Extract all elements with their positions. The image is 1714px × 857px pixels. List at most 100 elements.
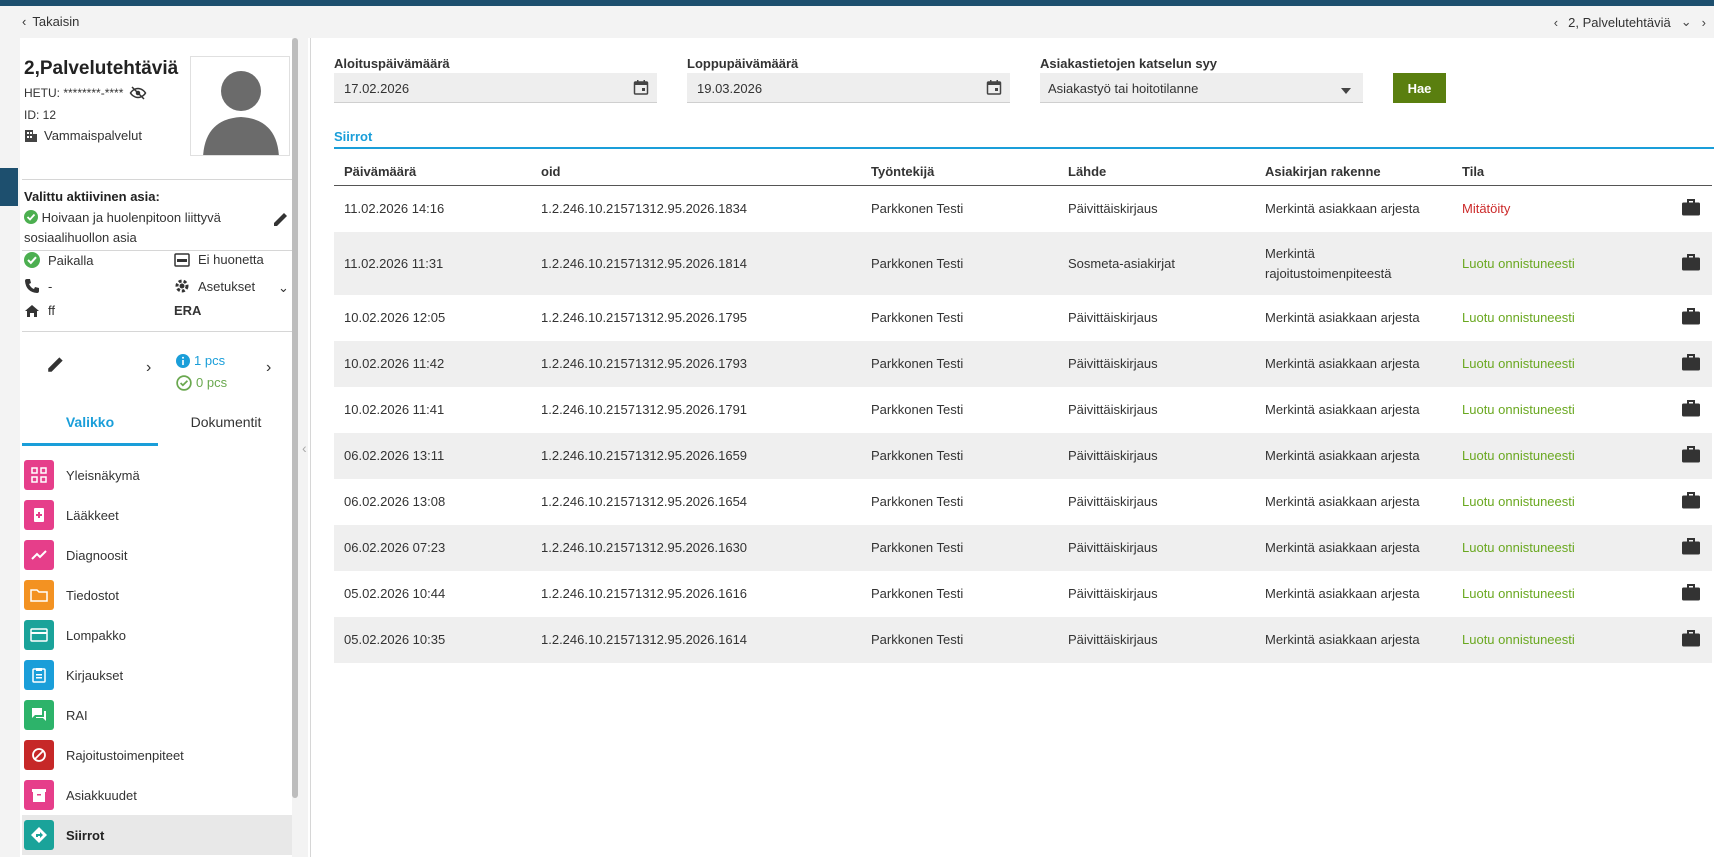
calendar-icon[interactable]: [633, 79, 649, 98]
structure-cell: Merkintä asiakkaan arjesta: [1265, 494, 1420, 509]
briefcase-icon[interactable]: [1681, 253, 1701, 274]
sidebar-item-label: Asiakkuudet: [66, 787, 137, 803]
briefcase-icon[interactable]: [1681, 538, 1701, 559]
chevron-right-icon[interactable]: ›: [266, 359, 271, 377]
column-header-date[interactable]: Päivämäärä: [344, 164, 416, 179]
table-body: 11.02.2026 14:16 1.2.246.10.21571312.95.2…: [334, 186, 1712, 663]
table-row[interactable]: 10.02.2026 12:05 1.2.246.10.21571312.95.2…: [334, 295, 1712, 341]
employee-cell: Parkkonen Testi: [871, 310, 964, 325]
dashboard-icon: [24, 460, 54, 490]
table-row[interactable]: 05.02.2026 10:35 1.2.246.10.21571312.95.2…: [334, 617, 1712, 663]
structure-cell: Merkintä asiakkaan arjesta: [1265, 356, 1420, 371]
done-count: 0 pcs: [176, 372, 227, 394]
search-button[interactable]: Hae: [1393, 73, 1446, 103]
column-header-structure[interactable]: Asiakirjan rakenne: [1265, 164, 1381, 179]
folder-icon: [24, 580, 54, 610]
edit-case-icon[interactable]: [272, 210, 290, 231]
context-selector[interactable]: 2, Palvelutehtäviä: [1568, 15, 1671, 30]
eye-off-icon[interactable]: [129, 86, 147, 100]
source-cell: Päivittäiskirjaus: [1068, 494, 1158, 509]
expand-chevron-icon[interactable]: ⌄: [278, 280, 289, 296]
column-header-status[interactable]: Tila: [1462, 164, 1484, 179]
chevron-right-icon[interactable]: ›: [1702, 15, 1706, 30]
end-date-label: Loppupäivämäärä: [687, 56, 799, 71]
record-navigator: ‹ 2, Palvelutehtäviä ⌄ ›: [1554, 14, 1706, 30]
medicine-icon: [24, 500, 54, 530]
tab-valikko[interactable]: Valikko: [22, 410, 158, 446]
sidebar-item-laakkeet[interactable]: Lääkkeet: [22, 495, 292, 535]
end-date-field[interactable]: 19.03.2026: [687, 73, 1010, 103]
status-cell: Luotu onnistuneesti: [1462, 310, 1575, 325]
sidebar-item-label: Diagnoosit: [66, 547, 128, 563]
source-cell: Päivittäiskirjaus: [1068, 448, 1158, 463]
sidebar-tabs: Valikko Dokumentit: [22, 410, 292, 446]
source-cell: Päivittäiskirjaus: [1068, 632, 1158, 647]
sidebar-item-yleisnakyma[interactable]: Yleisnäkymä: [22, 455, 292, 495]
task-counts[interactable]: 1 pcs 0 pcs: [176, 350, 227, 394]
sidebar-item-diagnoosit[interactable]: Diagnoosit: [22, 535, 292, 575]
sidebar-item-lompakko[interactable]: Lompakko: [22, 615, 292, 655]
back-label: Takaisin: [32, 14, 80, 29]
briefcase-icon[interactable]: [1681, 199, 1701, 220]
status-cell: Mitätöity: [1462, 201, 1511, 216]
table-row[interactable]: 05.02.2026 10:44 1.2.246.10.21571312.95.2…: [334, 571, 1712, 617]
sidebar-item-label: Lompakko: [66, 627, 126, 643]
collapse-sidebar-icon[interactable]: ‹: [302, 440, 307, 456]
section-underline: [334, 147, 1714, 149]
sidebar-item-rai[interactable]: RAI: [22, 695, 292, 735]
table-row[interactable]: 06.02.2026 13:08 1.2.246.10.21571312.95.2…: [334, 479, 1712, 525]
chevron-right-icon[interactable]: ›: [146, 359, 151, 377]
start-date-field[interactable]: 17.02.2026: [334, 73, 657, 103]
date-cell: 11.02.2026 14:16: [344, 201, 445, 216]
date-cell: 06.02.2026 13:08: [344, 494, 446, 509]
column-header-employee[interactable]: Työntekijä: [871, 164, 934, 179]
sidebar-item-asiakkuudet[interactable]: Asiakkuudet: [22, 775, 292, 815]
date-cell: 06.02.2026 07:23: [344, 540, 446, 555]
briefcase-icon[interactable]: [1681, 630, 1701, 651]
table-row[interactable]: 10.02.2026 11:41 1.2.246.10.21571312.95.2…: [334, 387, 1712, 433]
room-info: Ei huonetta: [174, 252, 264, 267]
calendar-icon[interactable]: [986, 79, 1002, 98]
status-cell: Luotu onnistuneesti: [1462, 255, 1575, 271]
briefcase-icon[interactable]: [1681, 446, 1701, 467]
status-cell: Luotu onnistuneesti: [1462, 540, 1575, 555]
check-circle-outline-icon: [176, 375, 192, 391]
briefcase-icon[interactable]: [1681, 308, 1701, 329]
chevron-left-icon[interactable]: ‹: [1554, 15, 1558, 30]
tab-siirrot[interactable]: Siirrot: [334, 129, 372, 144]
tab-dokumentit[interactable]: Dokumentit: [158, 410, 294, 446]
phone-label: -: [48, 278, 53, 294]
column-header-source[interactable]: Lähde: [1068, 164, 1106, 179]
oid-cell: 1.2.246.10.21571312.95.2026.1814: [541, 255, 748, 271]
table-row[interactable]: 06.02.2026 13:11 1.2.246.10.21571312.95.2…: [334, 433, 1712, 479]
briefcase-icon[interactable]: [1681, 354, 1701, 375]
briefcase-icon[interactable]: [1681, 400, 1701, 421]
column-header-oid[interactable]: oid: [541, 164, 561, 179]
briefcase-icon[interactable]: [1681, 584, 1701, 605]
credit-card-icon: [24, 620, 54, 650]
source-cell: Päivittäiskirjaus: [1068, 402, 1158, 417]
home-icon: [25, 304, 39, 317]
table-row[interactable]: 06.02.2026 07:23 1.2.246.10.21571312.95.2…: [334, 525, 1712, 571]
sidebar-item-kirjaukset[interactable]: Kirjaukset: [22, 655, 292, 695]
edit-icon[interactable]: [46, 354, 66, 377]
table-row[interactable]: 10.02.2026 11:42 1.2.246.10.21571312.95.2…: [334, 341, 1712, 387]
sidebar-item-tiedostot[interactable]: Tiedostot: [22, 575, 292, 615]
briefcase-icon[interactable]: [1681, 492, 1701, 513]
active-case-text: Hoivaan ja huolenpitoon liittyvä sosiaal…: [24, 210, 221, 245]
back-button[interactable]: ‹ Takaisin: [22, 14, 79, 29]
table-row[interactable]: 11.02.2026 14:16 1.2.246.10.21571312.95.2…: [334, 186, 1712, 232]
chevron-down-icon[interactable]: ⌄: [1681, 14, 1692, 30]
sidebar-item-siirrot[interactable]: Siirrot: [22, 815, 292, 855]
phone-info: -: [24, 278, 52, 294]
settings-link[interactable]: Asetukset: [174, 278, 255, 294]
reason-select[interactable]: Asiakastyö tai hoitotilanne: [1040, 73, 1363, 103]
date-cell: 05.02.2026 10:44: [344, 586, 446, 601]
oid-cell: 1.2.246.10.21571312.95.2026.1795: [541, 310, 748, 325]
sidebar-item-rajoitustoimenpiteet[interactable]: Rajoitustoimenpiteet: [22, 735, 292, 775]
employee-cell: Parkkonen Testi: [871, 356, 964, 371]
status-cell: Luotu onnistuneesti: [1462, 494, 1575, 509]
home-info: ff: [24, 303, 55, 318]
source-cell: Sosmeta-asiakirjat: [1068, 255, 1175, 271]
table-row[interactable]: 11.02.2026 11:31 1.2.246.10.21571312.95.2…: [334, 232, 1712, 295]
